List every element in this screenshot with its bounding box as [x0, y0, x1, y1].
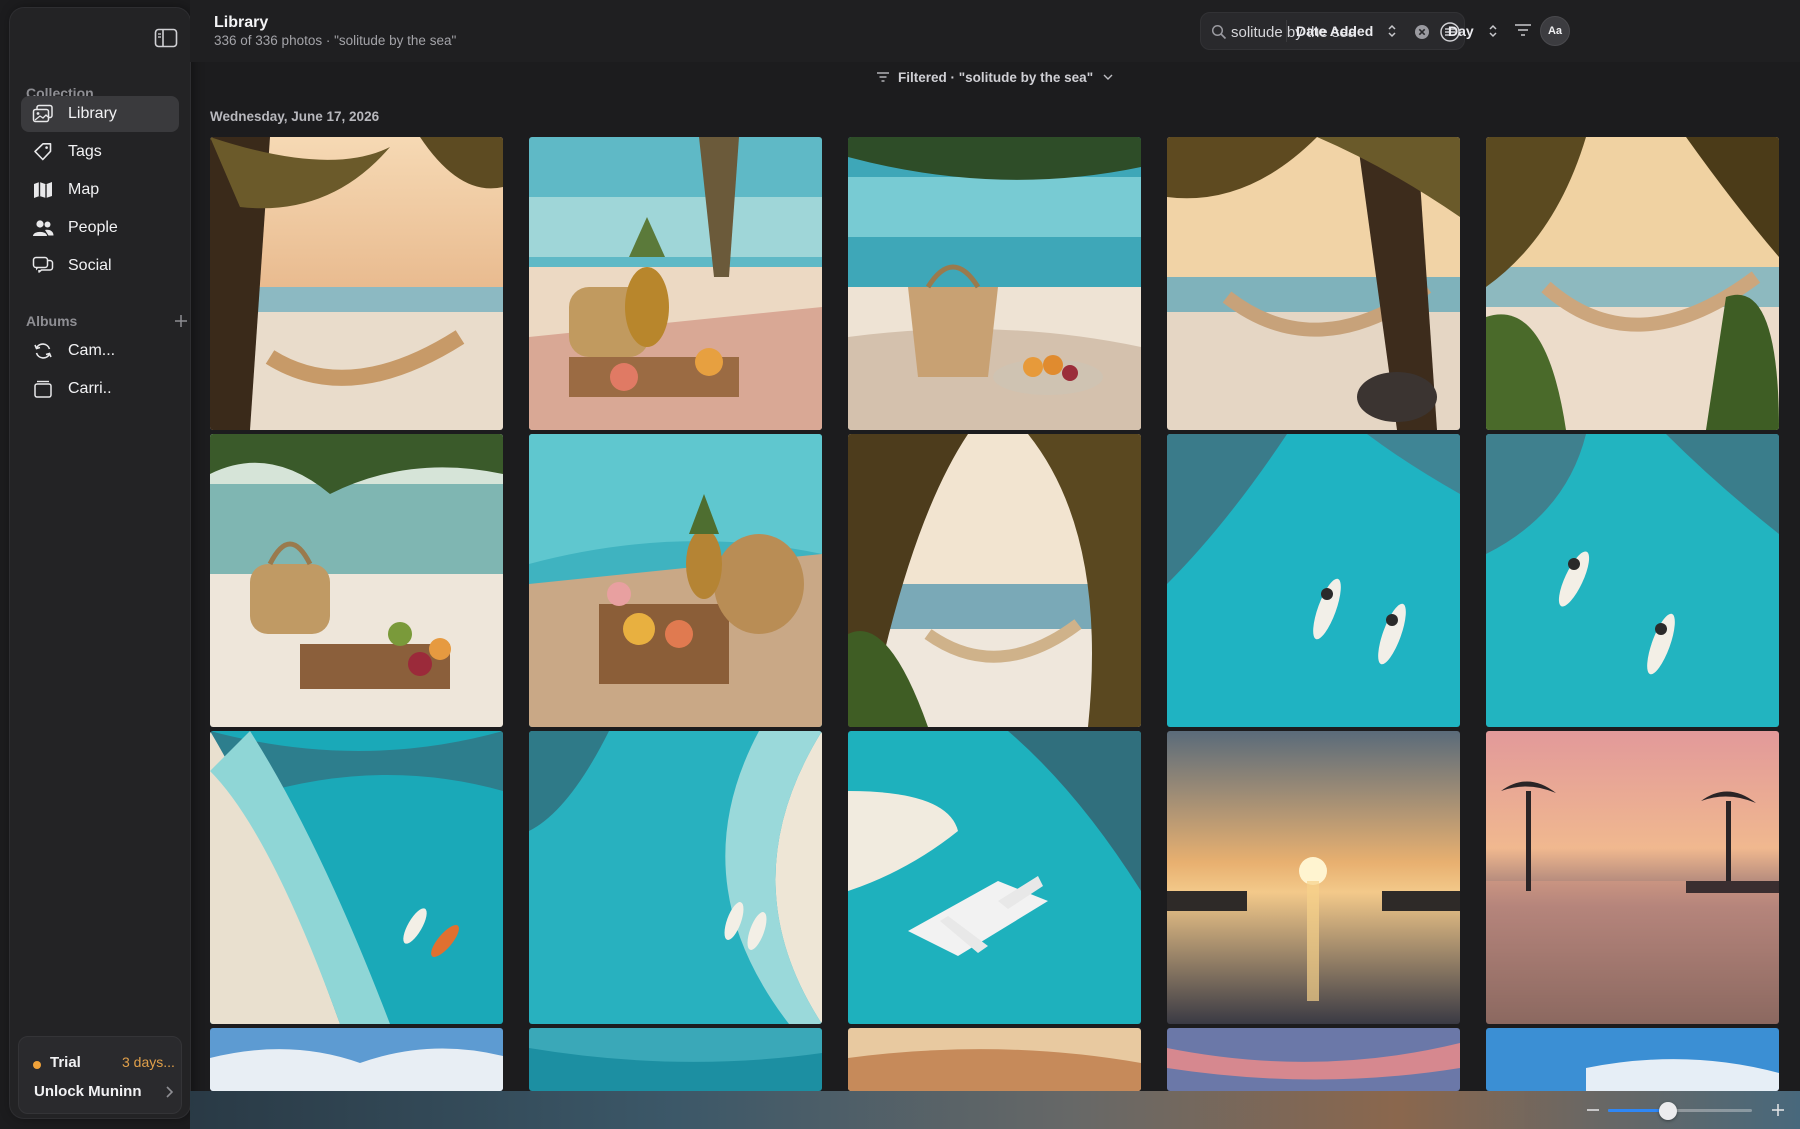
- photo-thumbnail[interactable]: [1167, 434, 1460, 727]
- sidebar-item-label: Cam...: [68, 342, 116, 359]
- zoom-out-icon[interactable]: [1585, 1103, 1601, 1117]
- view-options-icon[interactable]: [1514, 22, 1532, 38]
- photo-thumbnail[interactable]: [1167, 731, 1460, 1024]
- sidebar-item-label: Tags: [68, 143, 102, 160]
- page-subtitle: 336 of 336 photos · "solitude by the sea…: [214, 33, 457, 48]
- updown-chevron-icon: [1388, 24, 1396, 38]
- sidebar-item-label: People: [68, 219, 118, 236]
- photo-thumbnail[interactable]: [1486, 434, 1779, 727]
- active-filter-pill[interactable]: Filtered · "solitude by the sea": [876, 66, 1113, 88]
- photo-thumbnail[interactable]: [1167, 1028, 1460, 1091]
- sidebar-item-social[interactable]: Social: [21, 248, 179, 284]
- page-title: Library: [214, 14, 269, 31]
- filter-icon: [877, 72, 889, 82]
- toolbar: Library 336 of 336 photos · "solitude by…: [190, 0, 1800, 62]
- sidebar-item-label: Library: [68, 105, 117, 122]
- photo-thumbnail[interactable]: [848, 137, 1141, 430]
- photo-thumbnail[interactable]: [529, 434, 822, 727]
- photo-thumbnail[interactable]: [1167, 137, 1460, 430]
- plus-icon: [175, 315, 187, 327]
- group-label: Day: [1448, 23, 1474, 39]
- photo-thumbnail[interactable]: [1486, 1028, 1779, 1091]
- bottom-zoom-bar: [190, 1091, 1800, 1129]
- photo-thumbnail[interactable]: [529, 1028, 822, 1091]
- date-section-heading: Wednesday, June 17, 2026: [210, 109, 380, 124]
- sidebar-item-map[interactable]: Map: [21, 172, 179, 208]
- photo-grid: [210, 137, 1780, 1091]
- photo-thumbnail[interactable]: [210, 434, 503, 727]
- photo-thumbnail[interactable]: [1486, 731, 1779, 1024]
- sort-select[interactable]: Date Added: [1296, 18, 1397, 44]
- sidebar-album-camera[interactable]: Cam...: [21, 333, 179, 369]
- toolbar-divider: [1286, 20, 1287, 42]
- photo-thumbnail[interactable]: [848, 731, 1141, 1024]
- trial-status-dot: [33, 1061, 41, 1069]
- sidebar-icon: [154, 28, 178, 48]
- chevron-right-icon: [166, 1086, 174, 1098]
- updown-chevron-icon: [1489, 24, 1497, 38]
- social-icon: [32, 255, 54, 277]
- map-icon: [32, 179, 54, 201]
- folder-icon: [32, 378, 54, 400]
- photo-thumbnail[interactable]: [210, 731, 503, 1024]
- avatar[interactable]: Aa: [1540, 16, 1570, 46]
- sync-icon: [32, 340, 54, 362]
- sidebar-item-label: Map: [68, 181, 100, 198]
- sidebar-item-people[interactable]: People: [21, 210, 179, 246]
- people-icon: [32, 217, 54, 239]
- add-album-button[interactable]: [172, 312, 190, 330]
- photo-library-icon: [32, 103, 54, 125]
- trial-card[interactable]: Trial 3 days... Unlock Muninn: [18, 1036, 182, 1114]
- tag-icon: [32, 141, 54, 163]
- group-by-select[interactable]: Day: [1448, 18, 1498, 44]
- search-icon: [1211, 24, 1227, 40]
- photo-thumbnail[interactable]: [1486, 137, 1779, 430]
- trial-label: Trial: [50, 1054, 81, 1071]
- sidebar-item-label: Social: [68, 257, 112, 274]
- photo-thumbnail[interactable]: [848, 434, 1141, 727]
- sidebar: Collection Library Tags Map People Socia…: [10, 8, 190, 1118]
- photo-thumbnail[interactable]: [848, 1028, 1141, 1091]
- zoom-knob[interactable]: [1659, 1102, 1678, 1120]
- zoom-in-icon[interactable]: [1770, 1102, 1786, 1118]
- trial-days-remaining: 3 days...: [122, 1054, 175, 1070]
- chevron-down-icon: [1103, 74, 1113, 80]
- zoom-slider[interactable]: [1608, 1102, 1752, 1120]
- photo-thumbnail[interactable]: [210, 137, 503, 430]
- albums-section-label: Albums: [26, 313, 78, 329]
- sidebar-item-tags[interactable]: Tags: [21, 134, 179, 170]
- photo-thumbnail[interactable]: [529, 137, 822, 430]
- photo-thumbnail[interactable]: [529, 731, 822, 1024]
- unlock-button-label: Unlock Muninn: [34, 1083, 142, 1100]
- sidebar-item-library[interactable]: Library: [21, 96, 179, 132]
- photo-thumbnail[interactable]: [210, 1028, 503, 1091]
- sidebar-item-label: Carri..: [68, 380, 112, 397]
- sidebar-toggle-button[interactable]: [150, 24, 182, 52]
- filter-text: Filtered · "solitude by the sea": [898, 69, 1094, 85]
- app-window: Collection Library Tags Map People Socia…: [0, 0, 1800, 1129]
- sort-label: Date Added: [1296, 23, 1374, 39]
- clear-search-icon[interactable]: [1413, 23, 1431, 41]
- sidebar-album-carri[interactable]: Carri..: [21, 371, 179, 407]
